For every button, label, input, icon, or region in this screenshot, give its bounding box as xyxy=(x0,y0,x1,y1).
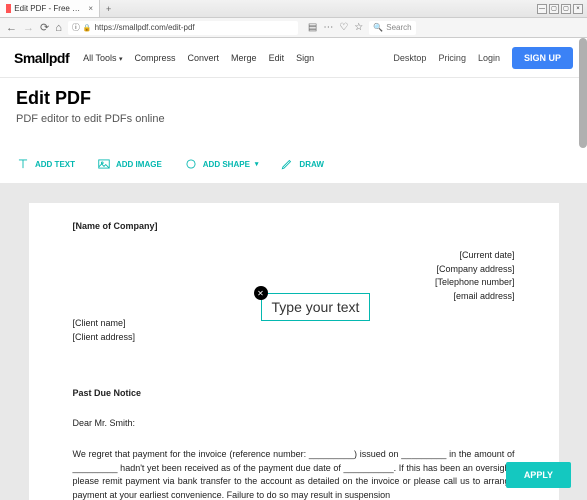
search-icon: 🔍 xyxy=(373,23,383,32)
company-address-field: [Company address] xyxy=(73,263,515,277)
nav-compress[interactable]: Compress xyxy=(135,53,176,63)
search-input[interactable]: 🔍 Search xyxy=(369,21,415,35)
url-text: https://smallpdf.com/edit-pdf xyxy=(95,23,195,32)
login-link[interactable]: Login xyxy=(478,53,500,63)
nav-pricing[interactable]: Pricing xyxy=(438,53,466,63)
pencil-icon xyxy=(280,157,294,171)
client-address-field: [Client address] xyxy=(73,331,515,345)
chevron-down-icon: ▾ xyxy=(119,56,123,63)
browser-tab[interactable]: Edit PDF - Free PDF Editor Wo… × xyxy=(0,0,100,17)
page-title-area: Edit PDF PDF editor to edit PDFs online xyxy=(0,78,587,139)
bookmark-icon[interactable]: ☆ xyxy=(354,22,363,33)
page-title: Edit PDF xyxy=(16,88,571,109)
logo[interactable]: Smallpdf xyxy=(14,50,69,66)
more-icon[interactable]: ⋯ xyxy=(323,22,333,33)
company-name-field: [Name of Company] xyxy=(73,221,515,231)
textbox-placeholder: Type your text xyxy=(272,299,360,315)
nav-links: All Tools ▾ Compress Convert Merge Edit … xyxy=(83,53,314,63)
heart-icon[interactable]: ♡ xyxy=(339,22,348,33)
url-input[interactable]: ⓘ 🔒 https://smallpdf.com/edit-pdf xyxy=(68,21,298,35)
nav-edit[interactable]: Edit xyxy=(269,53,285,63)
nav-all-tools[interactable]: All Tools ▾ xyxy=(83,53,122,63)
info-icon: ⓘ xyxy=(72,22,80,33)
close-icon[interactable]: ✕ xyxy=(254,286,268,300)
add-shape-button[interactable]: ADD SHAPE ▾ xyxy=(184,157,259,171)
reader-icon[interactable]: ▤ xyxy=(308,22,317,33)
browser-window: Edit PDF - Free PDF Editor Wo… × + — ▢ ▢… xyxy=(0,0,587,500)
greeting-line: Dear Mr. Smith: xyxy=(73,418,515,428)
current-date-field: [Current date] xyxy=(73,249,515,263)
nav-sign[interactable]: Sign xyxy=(296,53,314,63)
search-placeholder: Search xyxy=(386,23,411,32)
notice-heading: Past Due Notice xyxy=(73,388,515,398)
title-bar: Edit PDF - Free PDF Editor Wo… × + — ▢ ▢… xyxy=(0,0,587,18)
nav-desktop[interactable]: Desktop xyxy=(393,53,426,63)
reload-icon[interactable]: ⟳ xyxy=(40,21,49,34)
document-page[interactable]: [Name of Company] [Current date] [Compan… xyxy=(29,203,559,500)
draw-button[interactable]: DRAW xyxy=(280,157,323,171)
shape-icon xyxy=(184,157,198,171)
add-image-button[interactable]: ADD IMAGE xyxy=(97,157,162,171)
minimize-icon[interactable]: — xyxy=(537,4,547,14)
app-header: Smallpdf All Tools ▾ Compress Convert Me… xyxy=(0,38,587,78)
body-paragraph: We regret that payment for the invoice (… xyxy=(73,448,515,500)
nav-convert[interactable]: Convert xyxy=(188,53,220,63)
client-block: [Client name] [Client address] xyxy=(73,317,515,344)
text-icon xyxy=(16,157,30,171)
new-tab-icon[interactable]: + xyxy=(100,4,117,14)
address-bar: ← → ⟳ ⌂ ⓘ 🔒 https://smallpdf.com/edit-pd… xyxy=(0,18,587,38)
image-icon xyxy=(97,157,111,171)
nav-merge[interactable]: Merge xyxy=(231,53,257,63)
forward-icon[interactable]: → xyxy=(23,22,34,34)
page-subtitle: PDF editor to edit PDFs online xyxy=(16,113,571,125)
chevron-down-icon: ▾ xyxy=(255,160,259,168)
tab-close-icon[interactable]: × xyxy=(88,4,93,13)
text-edit-box[interactable]: ✕ Type your text xyxy=(261,293,371,321)
add-text-button[interactable]: ADD TEXT xyxy=(16,157,75,171)
tab-title: Edit PDF - Free PDF Editor Wo… xyxy=(14,4,84,13)
window-controls: — ▢ ▢ × xyxy=(537,4,587,14)
close-window-icon[interactable]: × xyxy=(573,4,583,14)
maximize-icon[interactable]: ▢ xyxy=(561,4,571,14)
back-icon[interactable]: ← xyxy=(6,22,17,34)
editor-area[interactable]: [Name of Company] [Current date] [Compan… xyxy=(0,183,587,500)
edit-toolbar: ADD TEXT ADD IMAGE ADD SHAPE ▾ DRAW xyxy=(0,139,587,183)
header-right: Desktop Pricing Login SIGN UP xyxy=(393,47,573,69)
restore-icon[interactable]: ▢ xyxy=(549,4,559,14)
home-icon[interactable]: ⌂ xyxy=(55,22,62,34)
favicon xyxy=(6,4,11,13)
lock-icon: 🔒 xyxy=(83,24,92,32)
scrollbar[interactable] xyxy=(579,38,587,148)
apply-button[interactable]: APPLY xyxy=(506,462,571,488)
signup-button[interactable]: SIGN UP xyxy=(512,47,573,69)
telephone-field: [Telephone number] xyxy=(73,276,515,290)
